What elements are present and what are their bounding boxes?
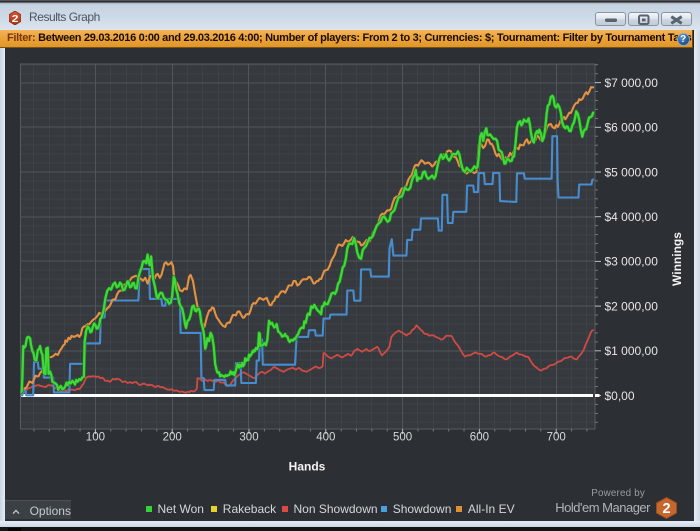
svg-text:2: 2 xyxy=(662,501,670,517)
svg-text:$4 000,00: $4 000,00 xyxy=(605,210,659,224)
svg-text:$0,00: $0,00 xyxy=(605,388,635,402)
svg-text:600: 600 xyxy=(470,431,489,443)
svg-text:100: 100 xyxy=(86,431,105,443)
svg-text:700: 700 xyxy=(547,431,566,443)
svg-text:200: 200 xyxy=(163,431,182,443)
svg-text:400: 400 xyxy=(316,431,335,443)
svg-text:Winnings: Winnings xyxy=(670,231,684,285)
svg-text:$6 000,00: $6 000,00 xyxy=(605,120,659,134)
svg-text:500: 500 xyxy=(393,431,412,443)
svg-text:$3 000,00: $3 000,00 xyxy=(605,254,659,268)
svg-text:2: 2 xyxy=(11,13,18,24)
svg-text:300: 300 xyxy=(239,431,258,443)
svg-text:$5 000,00: $5 000,00 xyxy=(605,165,659,179)
svg-text:$1 000,00: $1 000,00 xyxy=(605,344,659,358)
svg-text:Hands: Hands xyxy=(289,459,326,473)
svg-text:$2 000,00: $2 000,00 xyxy=(605,299,659,313)
svg-text:$7 000,00: $7 000,00 xyxy=(605,75,659,89)
